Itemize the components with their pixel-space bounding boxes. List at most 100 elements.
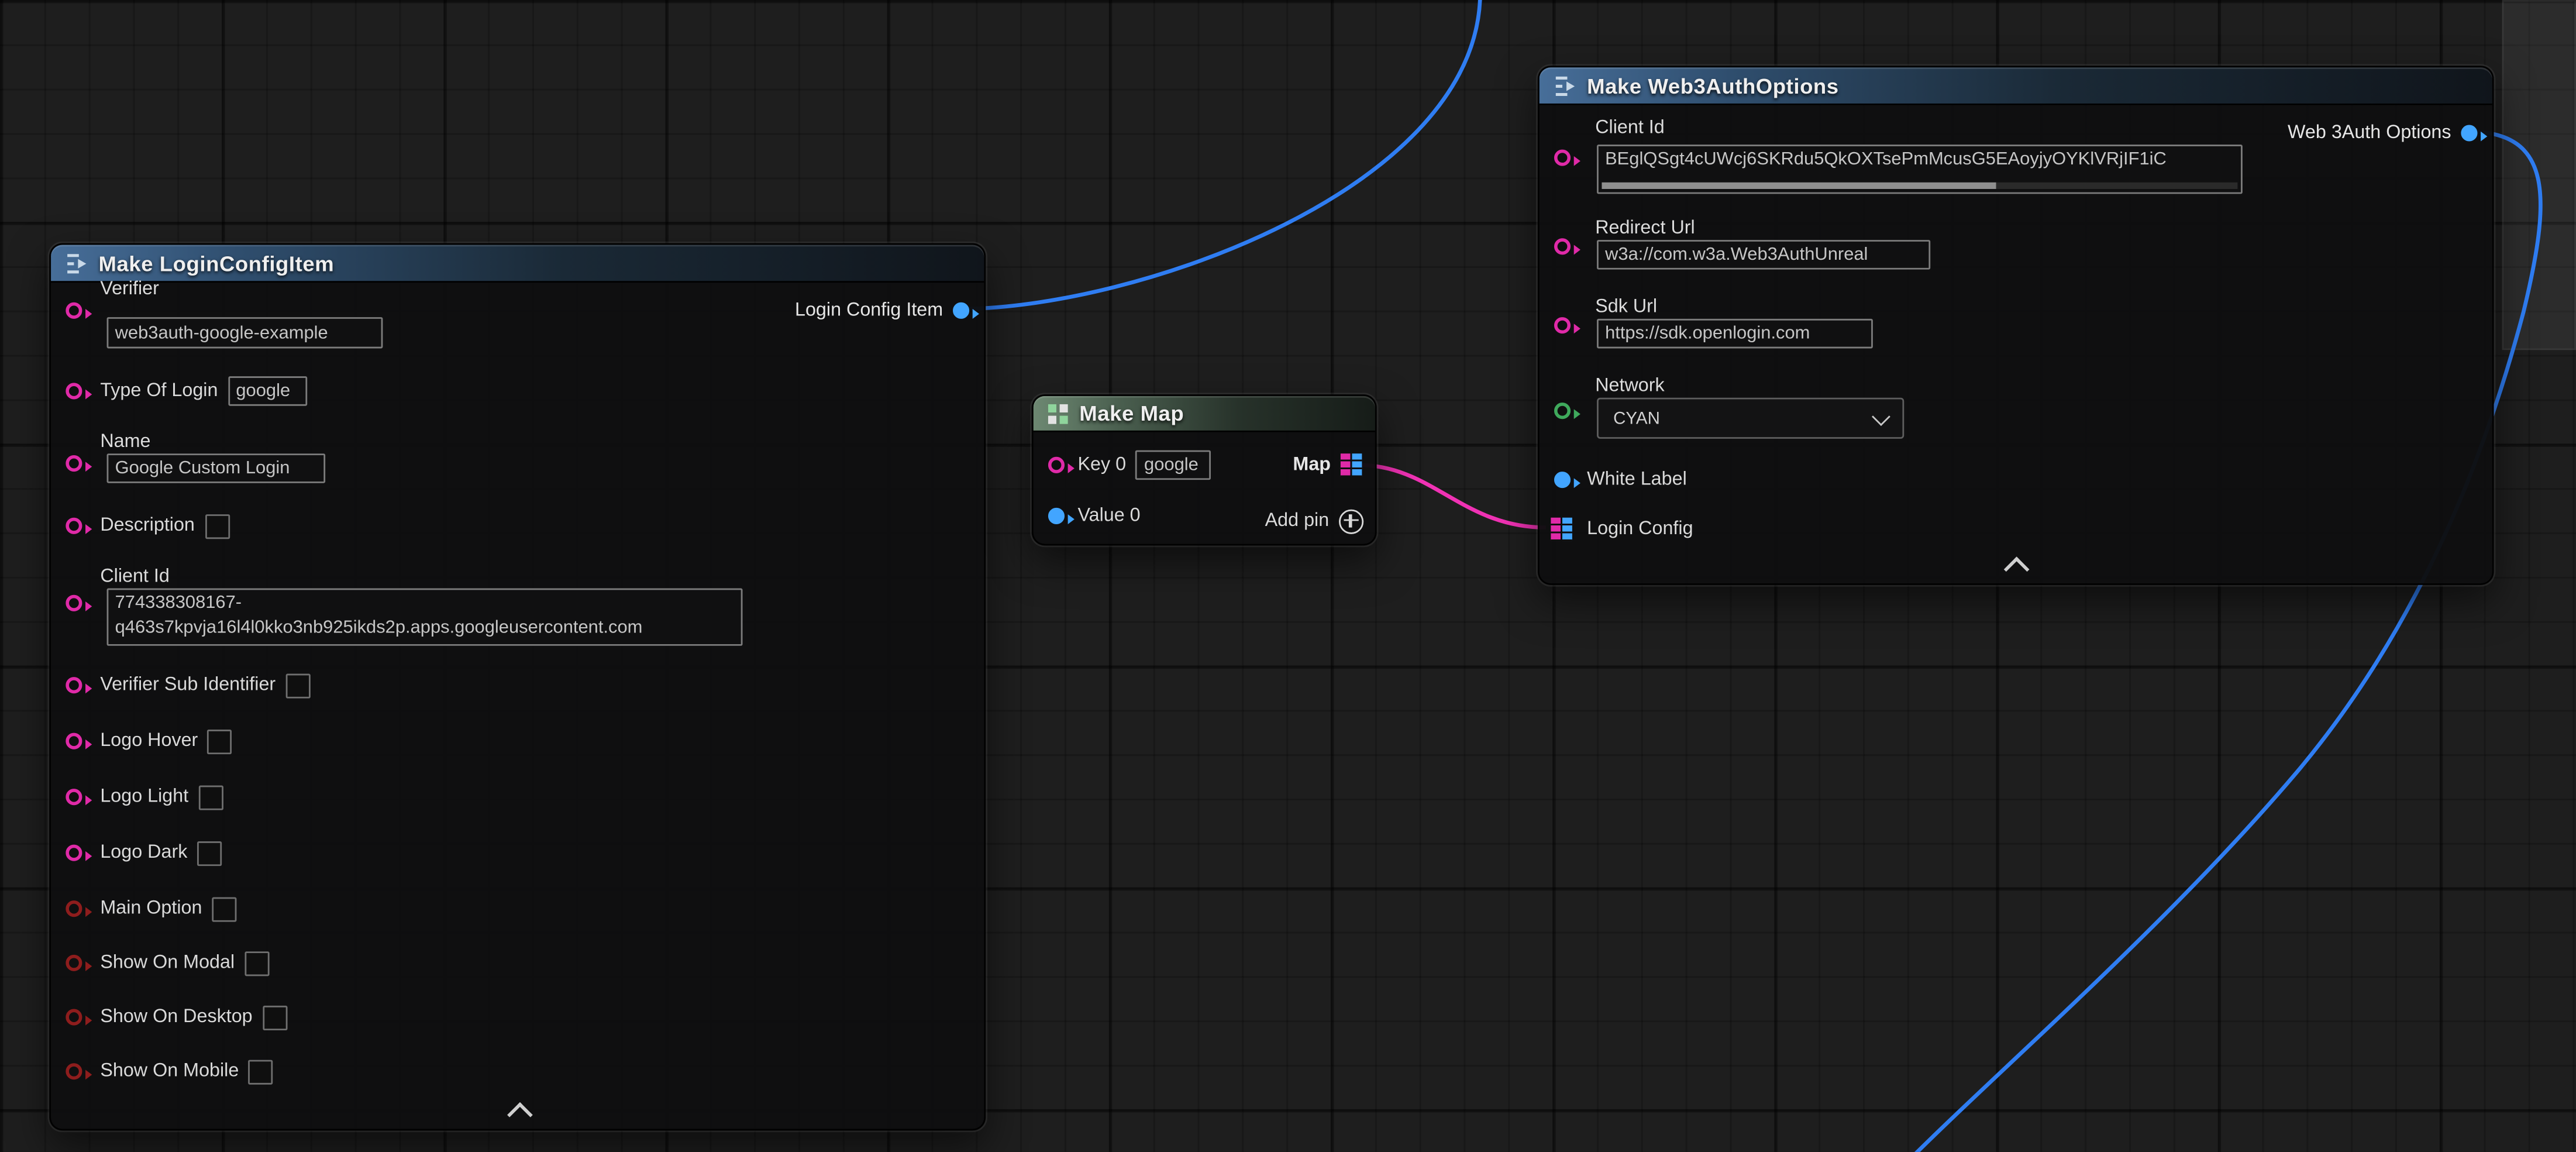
client-id-pin[interactable]: [66, 595, 82, 611]
node-make-login-config-item[interactable]: Make LoginConfigItem Login Config Item V…: [49, 243, 986, 1131]
show-on-mobile-checkbox[interactable]: [249, 1059, 273, 1084]
main-option-pin[interactable]: [66, 900, 82, 917]
logo-dark-row: Logo Dark: [100, 840, 222, 866]
expand-pins-chevron-icon[interactable]: [2004, 556, 2030, 582]
logo-light-row: Logo Light: [100, 784, 223, 810]
key-0-pin[interactable]: [1048, 457, 1065, 473]
wire-map-to-login-config[interactable]: [1359, 465, 1546, 528]
sdk-url-pin[interactable]: [1554, 317, 1571, 333]
w3a-client-id-text: BEglQSgt4cUWcj6SKRdu5QkOXTsePmMcusG5EAoy…: [1599, 146, 2241, 173]
white-label-label: White Label: [1587, 470, 1687, 490]
description-pin[interactable]: [66, 518, 82, 534]
hscroll-track[interactable]: [1602, 183, 2237, 189]
node-title: Make LoginConfigItem: [99, 250, 335, 275]
name-input[interactable]: [107, 453, 326, 483]
verifier-input[interactable]: [107, 317, 383, 348]
verifier-sub-identifier-input-box[interactable]: [285, 673, 310, 697]
logo-dark-label: Logo Dark: [100, 843, 187, 863]
white-label-row: White Label: [1587, 467, 1687, 493]
type-of-login-pin[interactable]: [66, 383, 82, 399]
node-title: Make Web3AuthOptions: [1587, 73, 1839, 98]
map-icon: [1046, 402, 1069, 425]
description-input-box[interactable]: [205, 514, 229, 538]
chevron-down-icon: [1872, 407, 1890, 425]
logo-dark-pin[interactable]: [66, 845, 82, 861]
redirect-url-label: Redirect Url: [1595, 219, 1695, 239]
hscroll-thumb[interactable]: [1602, 183, 1996, 189]
show-on-modal-pin[interactable]: [66, 955, 82, 971]
logo-hover-pin[interactable]: [66, 733, 82, 749]
value-0-row: Value 0: [1077, 503, 1140, 529]
key-0-input[interactable]: [1136, 451, 1211, 480]
make-struct-icon: [64, 250, 89, 275]
description-label: Description: [100, 516, 195, 536]
add-pin-label: Add pin: [1265, 511, 1330, 531]
client-id-line2: q463s7kpvja16l4l0kko3nb925ikds2p.apps.go…: [108, 616, 741, 641]
add-pin-row: Add pin: [1265, 508, 1364, 534]
output-label: Login Config Item: [795, 301, 943, 321]
comment-node-partial[interactable]: [2502, 0, 2576, 350]
login-config-label: Login Config: [1587, 520, 1693, 539]
main-option-row: Main Option: [100, 896, 236, 922]
output-row: Login Config Item: [795, 297, 969, 324]
verifier-label: Verifier: [100, 279, 159, 299]
show-on-desktop-label: Show On Desktop: [100, 1007, 252, 1027]
sdk-url-label: Sdk Url: [1595, 297, 1657, 317]
sdk-url-input[interactable]: [1597, 319, 1873, 349]
node-header-make-web3auth-options[interactable]: Make Web3AuthOptions: [1540, 67, 2492, 105]
show-on-modal-checkbox[interactable]: [244, 951, 269, 975]
login-config-row: Login Config: [1587, 516, 1693, 542]
w3a-client-id-pin[interactable]: [1554, 150, 1571, 166]
description-row: Description: [100, 513, 229, 539]
logo-light-pin[interactable]: [66, 789, 82, 805]
expand-pins-chevron-icon[interactable]: [507, 1102, 533, 1128]
verifier-sub-identifier-pin[interactable]: [66, 677, 82, 693]
main-option-label: Main Option: [100, 899, 202, 919]
node-header-make-login-config-item[interactable]: Make LoginConfigItem: [51, 245, 984, 283]
white-label-pin[interactable]: [1554, 472, 1571, 488]
type-of-login-label: Type Of Login: [100, 381, 218, 401]
blueprint-graph-canvas[interactable]: Make LoginConfigItem Login Config Item V…: [0, 0, 2576, 1152]
logo-hover-label: Logo Hover: [100, 731, 198, 751]
key-0-row: Key 0: [1077, 452, 1211, 478]
show-on-desktop-pin[interactable]: [66, 1009, 82, 1026]
value-0-pin[interactable]: [1048, 508, 1065, 524]
web3auth-output-label: Web 3Auth Options: [2288, 123, 2451, 143]
add-pin-plus-icon[interactable]: [1339, 508, 1363, 533]
client-id-label: Client Id: [100, 567, 169, 587]
redirect-url-pin[interactable]: [1554, 238, 1571, 255]
verifier-sub-identifier-row: Verifier Sub Identifier: [100, 672, 310, 699]
node-header-make-map[interactable]: Make Map: [1034, 396, 1375, 432]
verifier-pin[interactable]: [66, 302, 82, 319]
client-id-textarea[interactable]: 774338308167- q463s7kpvja16l4l0kko3nb925…: [107, 589, 743, 646]
logo-light-label: Logo Light: [100, 787, 188, 807]
redirect-url-input[interactable]: [1597, 240, 1930, 270]
main-option-checkbox[interactable]: [212, 896, 236, 921]
type-of-login-row: Type Of Login: [100, 378, 306, 404]
show-on-mobile-pin[interactable]: [66, 1063, 82, 1079]
network-dropdown[interactable]: CYAN: [1597, 398, 1904, 439]
show-on-desktop-checkbox[interactable]: [263, 1005, 287, 1030]
login-config-item-output-pin[interactable]: [953, 302, 969, 319]
wire-login-config-item-out[interactable]: [959, 0, 1480, 309]
logo-light-input-box[interactable]: [198, 785, 223, 809]
map-output-row: Map: [1293, 452, 1362, 478]
show-on-mobile-label: Show On Mobile: [100, 1061, 239, 1081]
node-make-web3auth-options[interactable]: Make Web3AuthOptions Web 3Auth Options C…: [1538, 66, 2494, 585]
network-pin[interactable]: [1554, 403, 1571, 419]
w3a-client-id-label: Client Id: [1595, 118, 1664, 138]
logo-dark-input-box[interactable]: [197, 841, 222, 865]
map-output-label: Map: [1293, 455, 1331, 475]
node-make-map[interactable]: Make Map Key 0 Map Value 0 Add pin: [1032, 394, 1377, 545]
map-output-pin[interactable]: [1341, 453, 1362, 476]
name-pin[interactable]: [66, 455, 82, 472]
w3a-client-id-input[interactable]: BEglQSgt4cUWcj6SKRdu5QkOXTsePmMcusG5EAoy…: [1597, 145, 2243, 194]
network-dropdown-value: CYAN: [1613, 408, 1660, 428]
show-on-modal-label: Show On Modal: [100, 953, 235, 973]
web3auth-options-output-pin[interactable]: [2461, 125, 2477, 141]
type-of-login-input[interactable]: [228, 376, 306, 406]
key-0-label: Key 0: [1077, 455, 1126, 475]
logo-hover-input-box[interactable]: [208, 729, 232, 754]
login-config-input-pin[interactable]: [1551, 518, 1572, 541]
client-id-line1: 774338308167-: [108, 590, 741, 616]
